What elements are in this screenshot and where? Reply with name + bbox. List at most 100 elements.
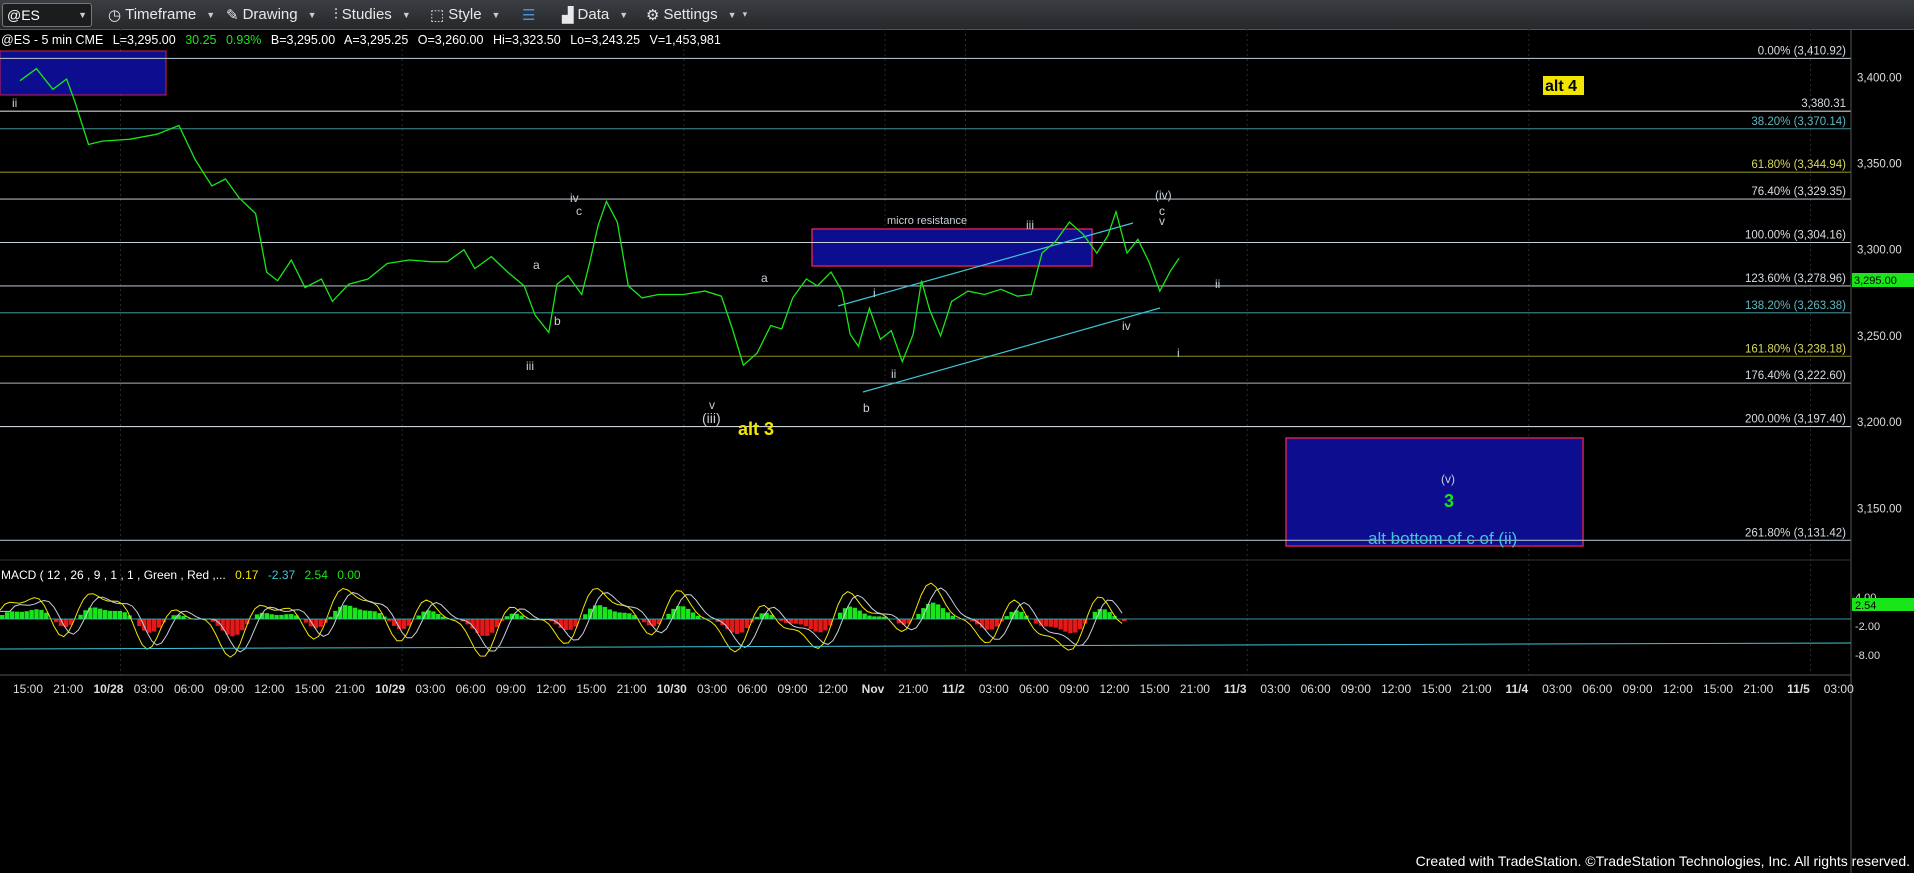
header-symbol: @ES - 5 min CME [1, 33, 103, 47]
wave-iii-left: iii [526, 359, 534, 373]
symbol-selector[interactable]: @ES ▼ [2, 3, 92, 27]
studies-icon: ⫶ [334, 6, 338, 23]
price-tick-label: 3,350.00 [1857, 158, 1902, 170]
time-tick-label: 15:00 [1421, 682, 1451, 696]
wave-iii-paren: (iii) [702, 410, 721, 426]
wave-c-top: c [576, 204, 582, 218]
wave-ii-left: ii [12, 96, 17, 110]
layout-button[interactable]: ☰ [522, 4, 535, 25]
macd-bar [401, 619, 407, 629]
time-tick-label: 03:00 [1542, 682, 1572, 696]
time-tick-label: 15:00 [13, 682, 43, 696]
chevron-down-icon: ▼ [206, 9, 216, 20]
time-axis: 15:00 21:00 10/28 03:00 06:00 09:00 12:00 15:00… [13, 682, 1854, 696]
header-lo: Lo=3,243.25 [570, 33, 640, 47]
macd-bar [857, 610, 862, 619]
macd-bar [686, 608, 691, 619]
time-tick-label: 12:00 [536, 682, 566, 696]
timeframe-menu[interactable]: ◷ Timeframe ▼ [108, 4, 215, 25]
macd-v1: 0.17 [235, 568, 259, 582]
macd-bar [1048, 619, 1053, 627]
macd-bar [852, 607, 857, 619]
time-tick-label: 21:00 [617, 682, 647, 696]
macd-bar [347, 605, 353, 619]
price-chart[interactable]: @ES - 5 min CME L=3,295.00 30.25 0.93% B… [0, 29, 1914, 873]
last-price-label: 3,295.00 [1854, 275, 1897, 287]
macd-bar [29, 610, 34, 619]
data-label: Data [577, 6, 610, 23]
style-menu[interactable]: ⬚ Style ▼ [430, 4, 500, 25]
macd-bar [274, 615, 279, 619]
chevron-down-icon: ▼ [727, 9, 737, 20]
macd-bar [862, 613, 867, 619]
header-pct: 0.93% [226, 33, 261, 47]
alt-3-label: alt 3 [738, 419, 774, 439]
wave-iii-right: iii [1026, 218, 1034, 232]
macd-bar [485, 619, 490, 636]
macd-bar [989, 619, 995, 630]
settings-menu[interactable]: ⚙ Settings ▼ ▾ [646, 4, 747, 25]
fib-label: 100.00% (3,304.16) [1745, 230, 1846, 242]
macd-bar [803, 619, 808, 627]
micro-resistance-label: micro resistance [887, 215, 967, 227]
data-menu[interactable]: ▟ Data ▼ [562, 4, 628, 25]
price-tick-label: 3,150.00 [1857, 503, 1902, 515]
price-tick-label: 3,250.00 [1857, 331, 1902, 343]
macd-bar [318, 619, 323, 627]
macd-bar [362, 610, 367, 619]
macd-bar [1107, 612, 1112, 619]
macd-bar [1078, 619, 1083, 630]
copyright-footer: Created with TradeStation. ©TradeStation… [1415, 853, 1910, 869]
fib-label: 200.00% (3,197.40) [1745, 414, 1846, 426]
macd-bar [945, 612, 951, 619]
macd-bar [4, 612, 10, 619]
price-tick-label: 3,400.00 [1857, 72, 1902, 84]
macd-bar [617, 612, 622, 619]
macd-header: MACD ( 12 , 26 , 9 , 1 , 1 , Green , Red… [1, 568, 361, 582]
gear-icon: ⚙ [646, 6, 660, 24]
time-tick-label: 12:00 [818, 682, 848, 696]
macd-bar [377, 613, 382, 619]
macd-v4: 0.00 [337, 568, 361, 582]
fib-label: 76.40% (3,329.35) [1751, 186, 1846, 198]
macd-bar [367, 610, 372, 619]
time-tick-label: 21:00 [53, 682, 83, 696]
time-tick-label: 21:00 [1743, 682, 1773, 696]
time-tick-label: 06:00 [737, 682, 767, 696]
macd-bar [102, 610, 108, 619]
time-tick-label: 09:00 [1341, 682, 1371, 696]
macd-bar [823, 619, 828, 631]
grid-lines [119, 29, 1812, 675]
macd-bar [931, 602, 936, 619]
macd-bar [53, 619, 59, 623]
macd-bar [436, 613, 441, 619]
studies-menu[interactable]: ⫶ Studies ▼ [334, 4, 411, 25]
clock-icon: ◷ [108, 6, 122, 24]
macd-bar [254, 614, 260, 619]
macd-bar [607, 609, 612, 619]
time-tick-label: 12:00 [1381, 682, 1411, 696]
macd-bar [563, 619, 568, 631]
wave-ii-right: ii [1215, 277, 1220, 291]
macd-bar [935, 604, 941, 619]
alt-4-label: alt 4 [1545, 78, 1577, 95]
wave-i-right: i [1177, 346, 1180, 360]
macd-bar [122, 612, 127, 619]
time-tick-label: 09:00 [496, 682, 526, 696]
fib-label: 261.80% (3,131.42) [1745, 527, 1846, 539]
time-tick-label: 12:00 [1099, 682, 1129, 696]
drawing-menu[interactable]: ✎ Drawing ▼ [226, 4, 317, 25]
macd-bar [24, 611, 29, 619]
quote-header: @ES - 5 min CME L=3,295.00 30.25 0.93% B… [1, 33, 721, 47]
macd-bar [627, 613, 632, 619]
time-tick-label: 11/5 [1787, 682, 1810, 696]
wave-3-label: 3 [1444, 491, 1454, 511]
wave-i-mid: i [873, 286, 876, 300]
price-tick-label: 3,300.00 [1857, 245, 1902, 257]
settings-label: Settings [663, 6, 718, 23]
chevron-down-icon: ▾ [742, 9, 748, 19]
time-tick-label: 11/4 [1505, 682, 1528, 696]
timeframe-label: Timeframe [125, 6, 197, 23]
macd-bar [514, 613, 519, 619]
time-tick-label: 21:00 [1180, 682, 1210, 696]
